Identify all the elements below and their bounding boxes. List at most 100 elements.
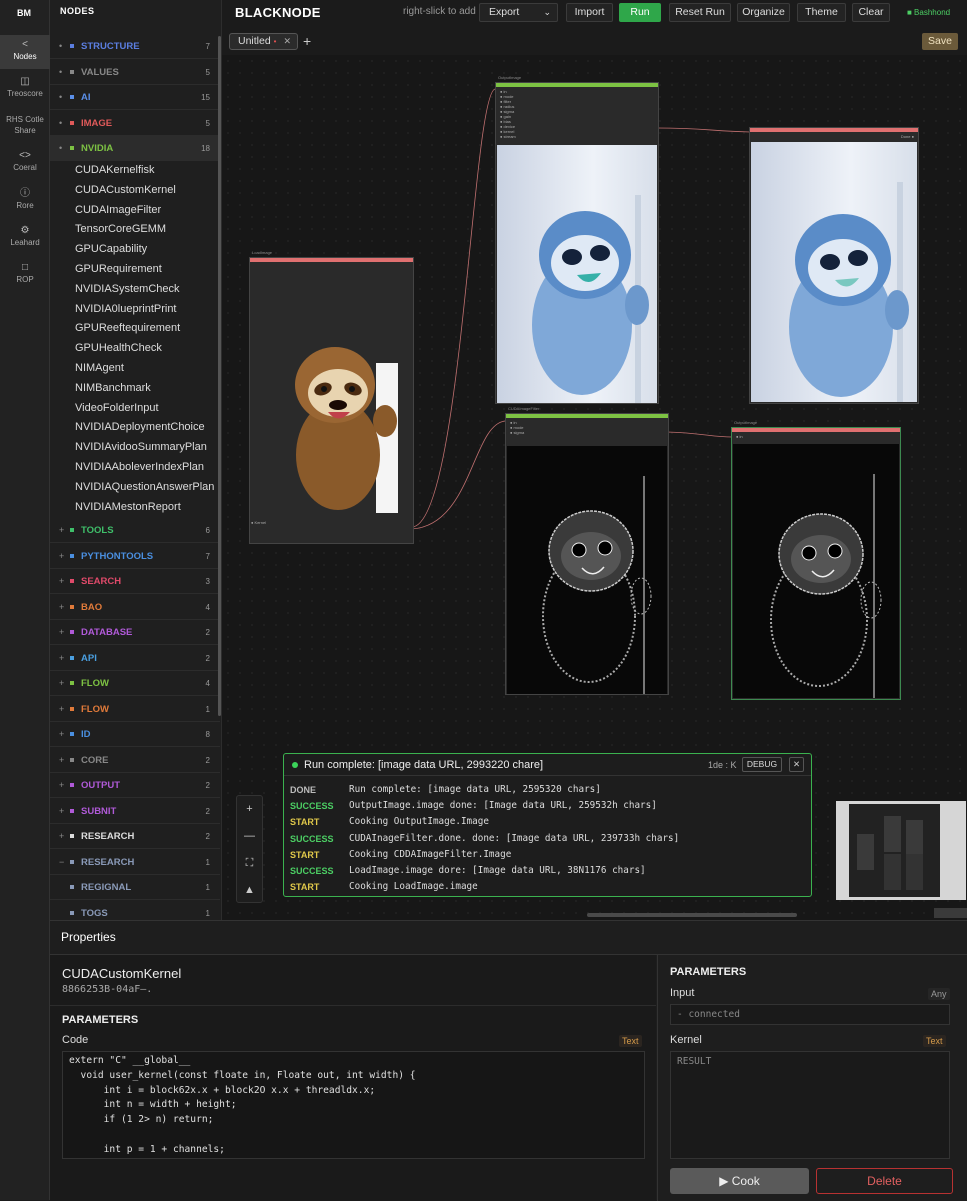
node-item[interactable]: GPUHealthCheck <box>75 341 162 355</box>
category-subnit[interactable]: + SUBNIT 2 <box>50 799 220 824</box>
rail-item-leahard[interactable]: ⚙ Leahard <box>0 221 50 255</box>
help-icon: ⓘ <box>20 188 30 199</box>
node-item[interactable]: CUDACustomKernel <box>75 183 176 197</box>
toggle-icon: + <box>59 525 65 535</box>
category-togs[interactable]: TOGS 1 <box>50 901 220 921</box>
zoom-out-icon[interactable]: — <box>237 823 262 850</box>
cook-button[interactable]: ▶ Cook <box>670 1168 809 1194</box>
log-level: START <box>290 882 320 893</box>
category-name: CORE <box>81 754 109 766</box>
node-item[interactable]: GPURequirement <box>75 262 162 276</box>
lock-icon[interactable]: ▲ <box>237 877 262 904</box>
node-item[interactable]: VideoFolderInput <box>75 401 159 415</box>
import-button[interactable]: Import <box>566 3 613 22</box>
rail-item-rore[interactable]: ⓘ Rore <box>0 184 50 218</box>
category-core[interactable]: + CORE 2 <box>50 748 220 773</box>
export-select[interactable]: Export ⌄ <box>479 3 558 22</box>
app-title: BLACKNODE <box>235 5 321 20</box>
status-indicator: ■ Bashhond <box>907 8 951 17</box>
unsaved-dot-icon: • <box>273 37 277 46</box>
category-research[interactable]: − RESEARCH 1 <box>50 850 220 875</box>
category-flow[interactable]: + FLOW 4 <box>50 671 220 696</box>
category-id[interactable]: + ID 8 <box>50 722 220 747</box>
node-load-image[interactable]: LoadImage ● Kernel <box>249 250 414 544</box>
node-item[interactable]: NIMAgent <box>75 361 124 375</box>
rail-item-nodes[interactable]: < Nodes <box>0 35 50 69</box>
category-output[interactable]: + OUTPUT 2 <box>50 773 220 798</box>
node-item[interactable]: GPUReeftequirement <box>75 321 180 335</box>
close-log-button[interactable]: ✕ <box>789 757 804 772</box>
node-item[interactable]: NVIDIAvidooSummaryPlan <box>75 440 207 454</box>
rail-item-share[interactable]: RHS Cotle Share <box>0 110 50 144</box>
category-color-icon <box>70 732 74 736</box>
node-item[interactable]: NVIDIADeploymentChoice <box>75 420 205 434</box>
node-item[interactable]: TensorCoreGEMM <box>75 222 166 236</box>
category-nvidia[interactable]: • NVIDIA 18 <box>50 136 220 161</box>
input-label: Input <box>670 987 695 999</box>
copy-icon: ◫ <box>20 76 30 87</box>
category-flow[interactable]: + FLOW 1 <box>50 697 220 722</box>
node-titlebar <box>496 83 658 87</box>
node-filter-top[interactable]: OutputImage ● in ● mode ● filter ● radius ● … <box>495 75 659 404</box>
node-item[interactable]: NVIDIAMestonReport <box>75 500 181 514</box>
zoom-in-icon[interactable]: + <box>237 796 262 823</box>
tab-unitled[interactable]: Unitled • ✕ <box>229 33 298 50</box>
add-tab-icon[interactable]: + <box>303 33 311 49</box>
log-message: Cooking LoadImage.image <box>349 881 478 893</box>
save-button[interactable]: Save <box>922 33 958 50</box>
category-pythontools[interactable]: + PYTHONTOOLS 7 <box>50 544 220 569</box>
canvas-scrollbar[interactable] <box>587 913 797 917</box>
minimap[interactable] <box>836 801 966 900</box>
category-ai[interactable]: • AI 15 <box>50 85 220 110</box>
node-item[interactable]: NVIDIASystemCheck <box>75 282 180 296</box>
node-preview-top[interactable]: Done ● <box>749 127 919 404</box>
toggle-icon: + <box>59 754 65 765</box>
category-search[interactable]: + SEARCH 3 <box>50 569 220 594</box>
node-item[interactable]: NVIDIAAboleverIndexPlan <box>75 460 204 474</box>
reset-run-button[interactable]: Reset Run <box>669 3 731 22</box>
kernel-field[interactable]: RESULT <box>670 1051 950 1159</box>
node-item[interactable]: CUDAKernelfisk <box>75 163 154 177</box>
node-output-image[interactable]: OutputImage ● in <box>731 420 901 700</box>
category-bao[interactable]: + BAO 4 <box>50 595 220 620</box>
category-count: 1 <box>205 704 210 714</box>
node-item[interactable]: NVIDIA0lueprintPrint <box>75 302 177 316</box>
category-color-icon <box>70 834 74 838</box>
category-color-icon <box>70 885 74 889</box>
nodes-scrollbar[interactable] <box>218 36 221 716</box>
category-api[interactable]: + API 2 <box>50 646 220 671</box>
node-item[interactable]: GPUCapability <box>75 242 147 256</box>
category-database[interactable]: + DATABASE 2 <box>50 620 220 645</box>
delete-button[interactable]: Delete <box>816 1168 953 1194</box>
category-tools[interactable]: + TOOLS 6 <box>50 518 220 543</box>
category-color-icon <box>70 706 74 711</box>
toggle-icon: + <box>59 652 65 663</box>
input-field[interactable]: - connected <box>670 1004 950 1025</box>
close-tab-icon[interactable]: ✕ <box>283 34 291 49</box>
fit-view-icon[interactable]: ⛶ <box>237 850 262 877</box>
node-item[interactable]: CUDAImageFilter <box>75 203 161 217</box>
category-structure[interactable]: • STRUCTURE 7 <box>50 34 220 59</box>
category-regignal[interactable]: REGIGNAL 1 <box>50 875 220 900</box>
clear-button[interactable]: Clear <box>852 3 890 22</box>
category-image[interactable]: • IMAGE 5 <box>50 111 220 136</box>
category-name: REGIGNAL <box>81 882 132 893</box>
category-research[interactable]: + RESEARCH 2 <box>50 824 220 849</box>
rail-item-rop[interactable]: □ ROP <box>0 258 50 292</box>
rail-item-coeral[interactable]: <> Coeral <box>0 146 50 180</box>
node-item[interactable]: NVIDIAQuestionAnswerPlan <box>75 480 214 494</box>
category-count: 6 <box>205 526 210 535</box>
debug-button[interactable]: DEBUG <box>742 757 782 772</box>
theme-button[interactable]: Theme <box>797 3 846 22</box>
run-button[interactable]: Run <box>619 3 661 22</box>
code-editor[interactable]: extern "C" __global__ void user_kernel(c… <box>62 1051 645 1159</box>
category-values[interactable]: • VALUES 5 <box>50 60 220 85</box>
rail-item-treoscore[interactable]: ◫ Treoscore <box>0 72 50 106</box>
toggle-icon: + <box>59 627 65 637</box>
node-cuda-image-filter[interactable]: CUDAImageFilter ● in ● mode ● sigma <box>505 406 669 695</box>
category-color-icon <box>70 655 74 660</box>
node-item[interactable]: NIMBanchmark <box>75 381 151 395</box>
organize-button[interactable]: Organize <box>737 3 790 22</box>
node-id: 8866253B-04aF–. <box>62 984 153 995</box>
category-color-icon <box>70 146 74 150</box>
